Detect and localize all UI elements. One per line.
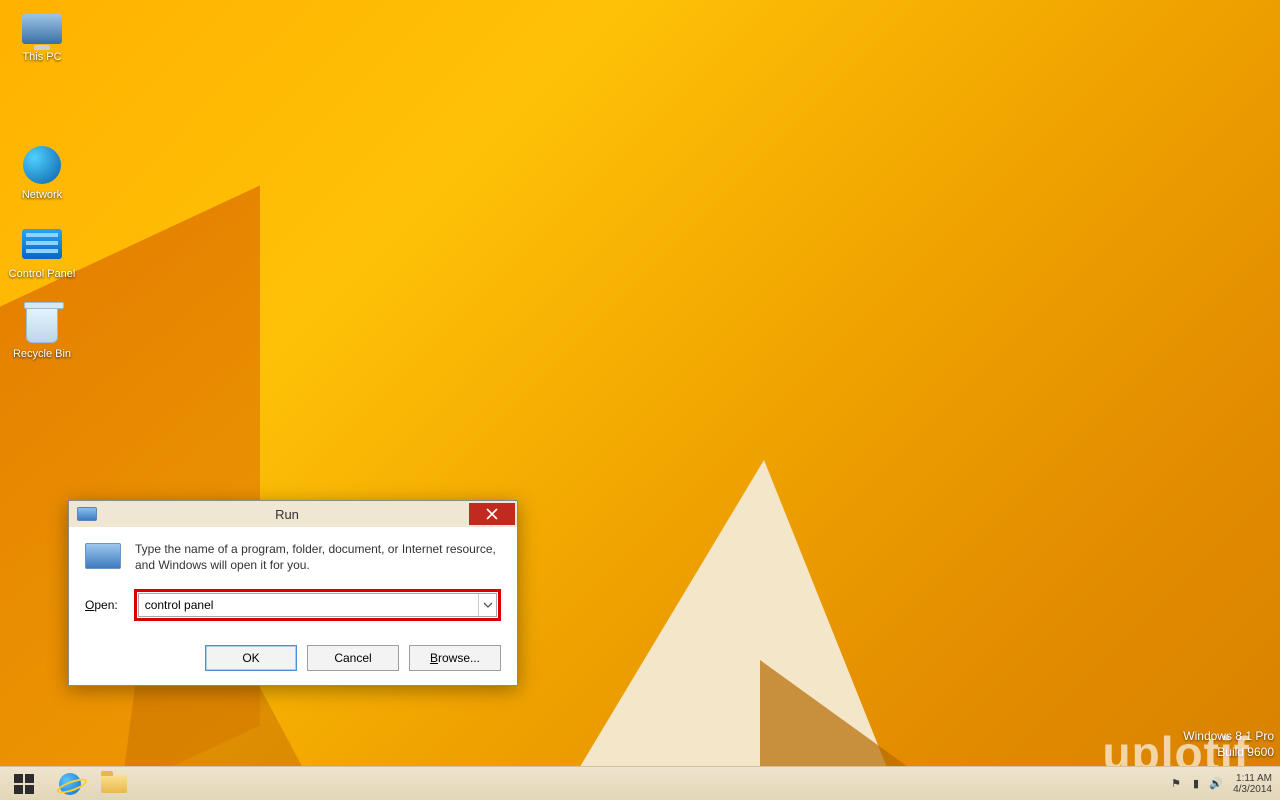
tray-flag-icon[interactable]: ⚑ xyxy=(1169,777,1183,791)
ok-button[interactable]: OK xyxy=(205,645,297,671)
system-tray: ⚑ ▮ 🔊 1:11 AM 4/3/2014 xyxy=(1169,773,1280,795)
tray-volume-icon[interactable]: 🔊 xyxy=(1209,777,1223,791)
desktop-icon-label: Control Panel xyxy=(6,268,78,281)
run-dialog: Run Type the name of a program, folder, … xyxy=(68,500,518,686)
desktop-icon-label: This PC xyxy=(6,51,78,64)
desktop-icon-control-panel[interactable]: Control Panel xyxy=(6,223,78,281)
browse-button[interactable]: Browse... xyxy=(409,645,501,671)
tray-network-icon[interactable]: ▮ xyxy=(1189,777,1203,791)
dropdown-button[interactable] xyxy=(478,594,496,616)
desktop-icon-this-pc[interactable]: This PC xyxy=(6,6,78,64)
desktop-icon-label: Network xyxy=(6,189,78,202)
close-icon xyxy=(486,508,498,520)
open-combobox[interactable] xyxy=(138,593,497,617)
network-icon xyxy=(23,146,61,184)
taskbar-clock[interactable]: 1:11 AM 4/3/2014 xyxy=(1233,773,1272,795)
computer-icon xyxy=(22,14,62,44)
desktop-icon-network[interactable]: Network xyxy=(6,144,78,202)
run-icon xyxy=(77,507,97,521)
taskbar-app-internet-explorer[interactable] xyxy=(48,767,92,800)
close-button[interactable] xyxy=(469,503,515,525)
taskbar-app-file-explorer[interactable] xyxy=(92,767,136,800)
winver-line: Build 9600 xyxy=(1183,744,1274,760)
windows-logo-icon xyxy=(14,774,34,794)
cancel-button[interactable]: Cancel xyxy=(307,645,399,671)
open-field-highlight xyxy=(134,589,501,621)
run-dialog-titlebar[interactable]: Run xyxy=(69,501,517,527)
open-label: Open: xyxy=(85,598,118,612)
file-explorer-icon xyxy=(101,775,127,793)
control-panel-icon xyxy=(22,229,62,259)
winver-line: Windows 8.1 Pro xyxy=(1183,728,1274,744)
windows-version-watermark: Windows 8.1 Pro Build 9600 xyxy=(1183,728,1274,760)
clock-time: 1:11 AM xyxy=(1233,773,1272,784)
chevron-down-icon xyxy=(483,602,493,608)
start-button[interactable] xyxy=(0,767,48,800)
clock-date: 4/3/2014 xyxy=(1233,784,1272,795)
taskbar: ⚑ ▮ 🔊 1:11 AM 4/3/2014 xyxy=(0,766,1280,800)
run-dialog-description: Type the name of a program, folder, docu… xyxy=(135,541,501,573)
desktop-icons-column: This PC Network Control Panel Recycle Bi… xyxy=(6,6,86,383)
run-program-icon xyxy=(85,543,121,569)
run-dialog-title: Run xyxy=(105,507,469,522)
desktop-icon-label: Recycle Bin xyxy=(6,348,78,361)
open-input[interactable] xyxy=(139,594,478,616)
desktop-icon-recycle-bin[interactable]: Recycle Bin xyxy=(6,303,78,361)
recycle-bin-icon xyxy=(26,305,58,343)
internet-explorer-icon xyxy=(59,773,81,795)
